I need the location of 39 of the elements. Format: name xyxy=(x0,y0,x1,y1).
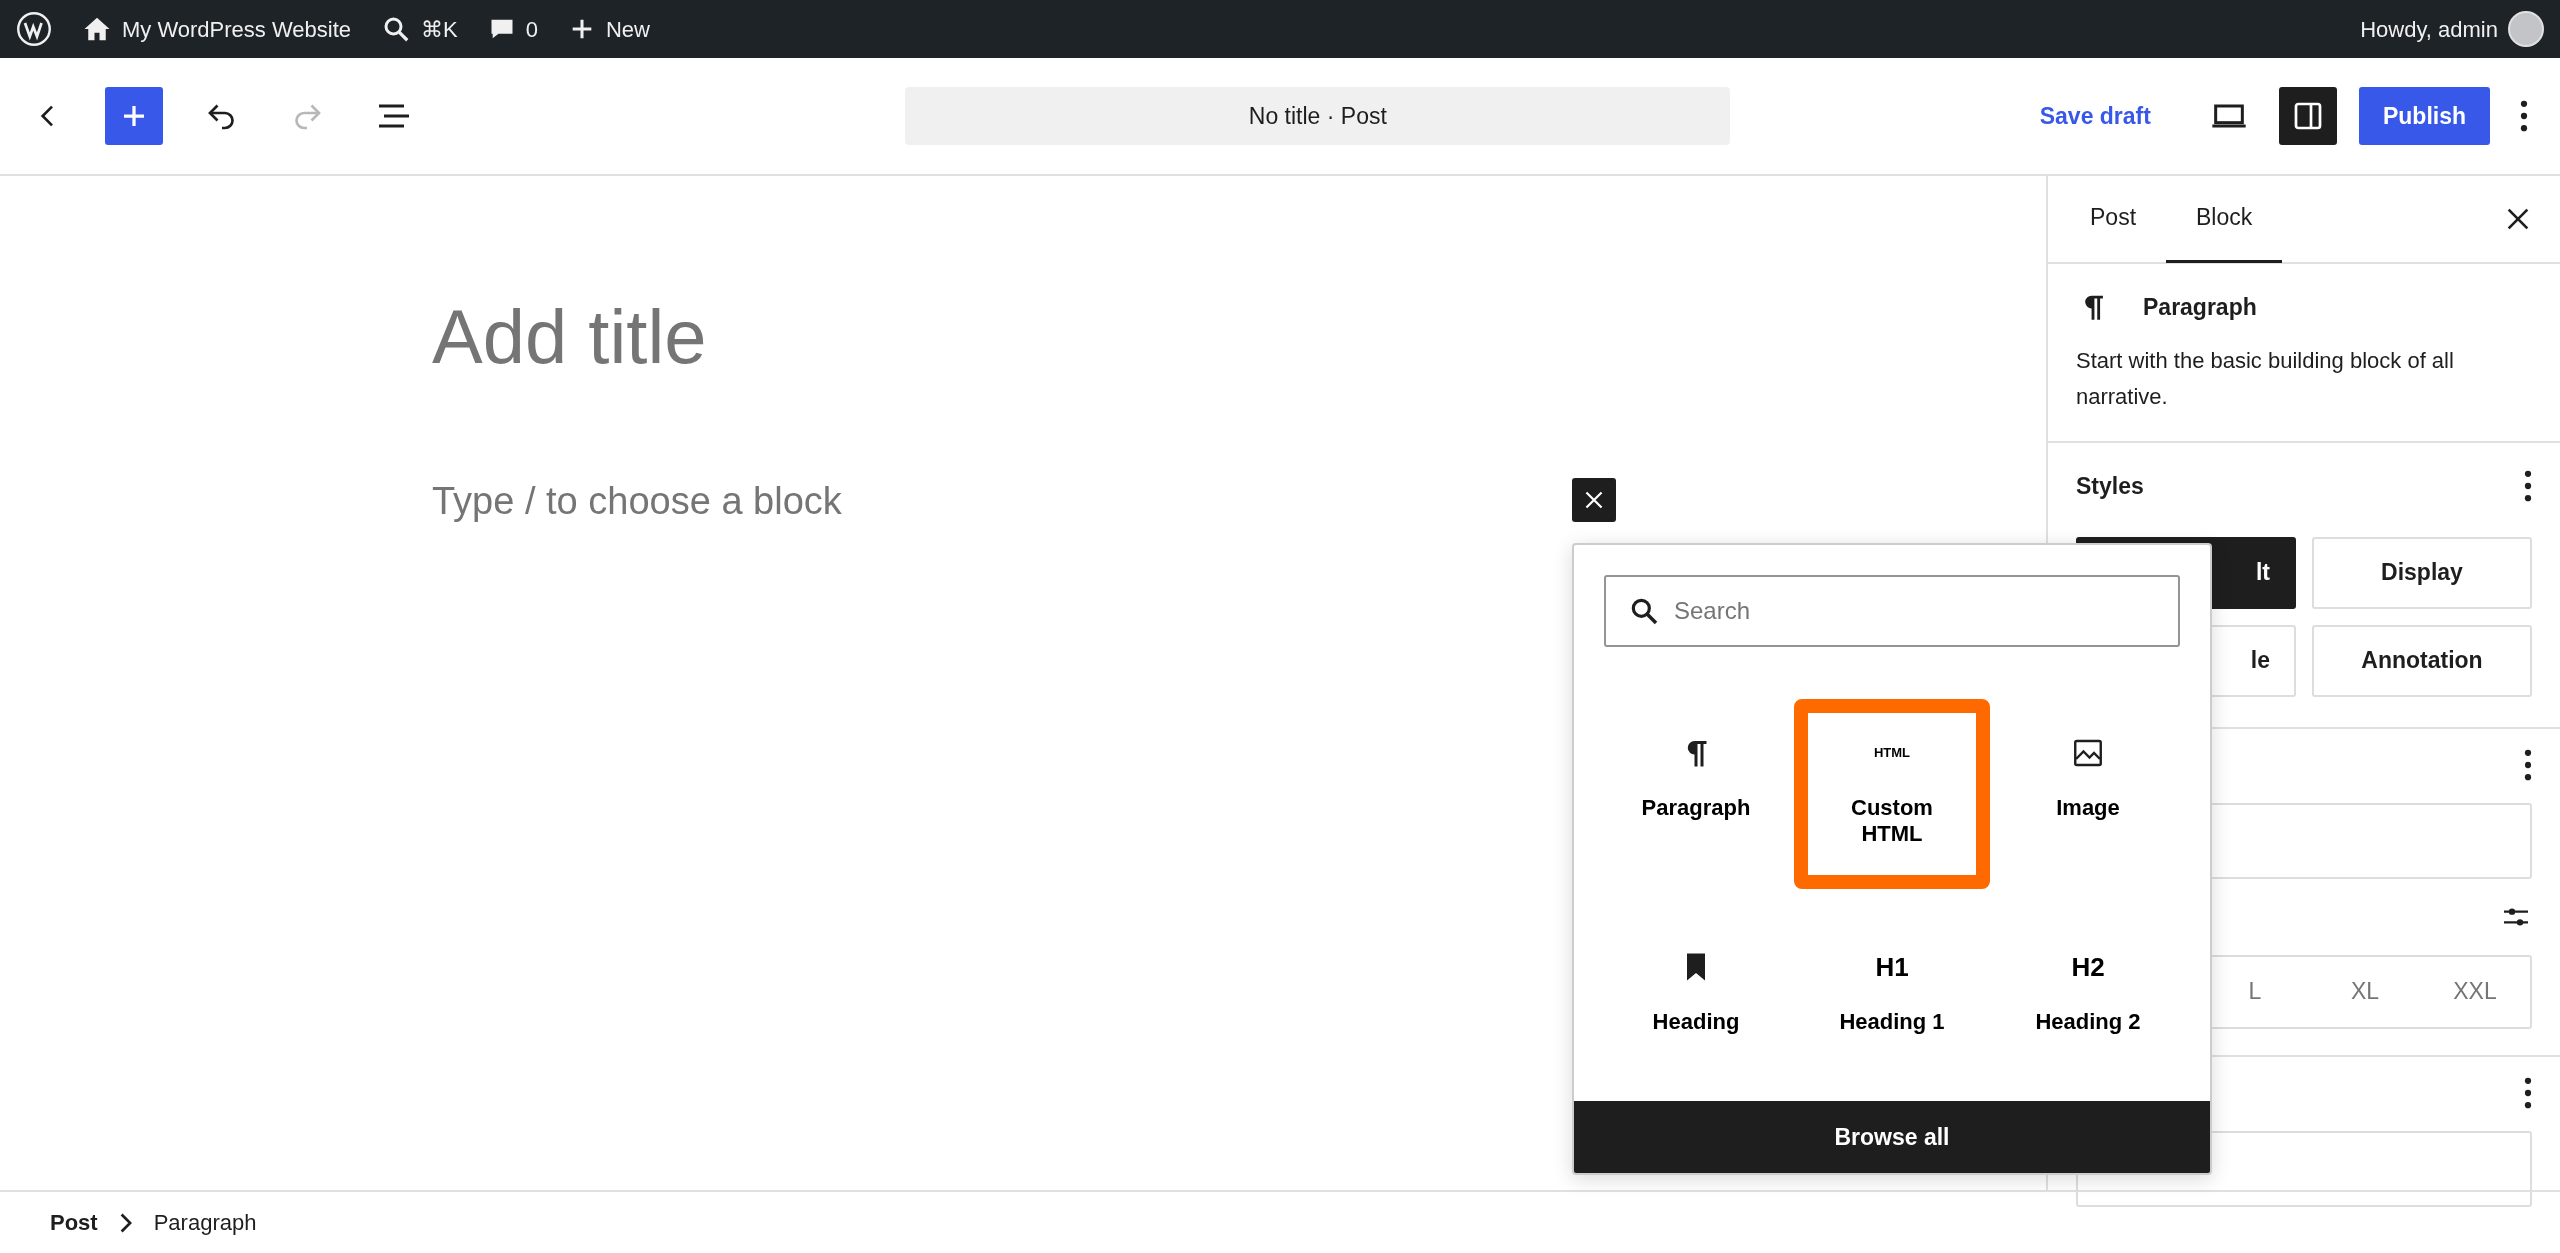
new-content-link[interactable]: New xyxy=(567,12,650,46)
site-name-link[interactable]: My WordPress Website xyxy=(82,12,352,46)
kebab-icon xyxy=(2520,100,2528,132)
block-item[interactable]: H1 Heading 1 xyxy=(1794,913,1990,1103)
style-option[interactable]: Display xyxy=(2312,536,2532,609)
options-button[interactable] xyxy=(2524,470,2532,503)
wordpress-logo-icon[interactable] xyxy=(16,11,52,47)
block-placeholder[interactable]: Type / to choose a block xyxy=(432,472,842,530)
section-title: Styles xyxy=(2076,472,2144,502)
publish-button[interactable]: Publish xyxy=(2358,87,2490,145)
settings-button[interactable] xyxy=(2278,87,2337,145)
browse-all-button[interactable]: Browse all xyxy=(1574,1101,2210,1173)
sidebar-tab[interactable]: Block xyxy=(2166,175,2283,263)
kebab-icon xyxy=(2524,470,2532,503)
style-option[interactable]: Annotation xyxy=(2312,624,2532,697)
block-item[interactable]: Heading xyxy=(1598,913,1794,1103)
chevron-icon xyxy=(119,1212,132,1233)
search-field[interactable]: Search xyxy=(1604,575,2180,647)
breadcrumb-link[interactable]: Paragraph xyxy=(153,1206,257,1239)
breadcrumb-link[interactable]: Post xyxy=(50,1206,98,1239)
document-title-bar[interactable]: No title · Post xyxy=(905,87,1731,145)
command-palette-link[interactable]: ⌘K xyxy=(381,12,458,46)
block-item[interactable]: Paragraph xyxy=(1598,699,1794,889)
add-block-button[interactable] xyxy=(105,87,163,145)
block-description: Start with the basic building block of all narrative. xyxy=(2076,346,2455,411)
account-link[interactable]: Howdy, admin xyxy=(2360,11,2544,47)
kebab-icon xyxy=(2524,1076,2532,1109)
block-name: Paragraph xyxy=(2143,293,2257,322)
close-button[interactable] xyxy=(1572,478,1616,522)
options-button[interactable] xyxy=(2524,1076,2532,1109)
block-item[interactable]: Image xyxy=(1990,699,2186,889)
avatar-icon xyxy=(2508,11,2544,47)
sidebar-tab[interactable]: Post xyxy=(2060,175,2167,263)
options-button[interactable] xyxy=(2524,748,2532,781)
block-item[interactable]: HTML Custom HTML xyxy=(1794,699,1990,889)
kebab-icon xyxy=(2524,748,2532,781)
title-placeholder[interactable]: Add title xyxy=(432,288,707,387)
save-draft-button[interactable]: Save draft xyxy=(2033,97,2157,135)
comments-link[interactable]: 0 xyxy=(487,12,538,46)
